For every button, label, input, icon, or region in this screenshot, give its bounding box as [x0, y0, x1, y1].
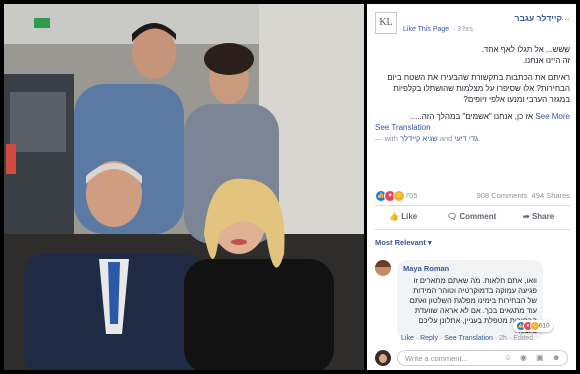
exit-sign [34, 18, 50, 28]
screen-frame: KL קיידלר עגבר Like This Page · 3 hrs · … [0, 0, 580, 374]
comment-author[interactable]: Maya Roman [403, 264, 537, 274]
divider [375, 205, 570, 206]
share-icon: ➦ [523, 212, 530, 221]
comment-translation-link[interactable]: See Translation [444, 335, 493, 342]
see-translation-link[interactable]: See Translation [375, 123, 431, 132]
sticker-icon[interactable]: ☻ [552, 353, 560, 362]
comment-edited: Edited [513, 335, 534, 342]
avatar[interactable] [375, 350, 391, 366]
share-button[interactable]: ➦ Share [523, 212, 554, 221]
page-name-link[interactable]: קיידלר עגבר [515, 13, 562, 23]
post-timestamp[interactable]: · 3 hrs · [453, 26, 477, 33]
photo-illustration [4, 4, 364, 370]
woman-in-black [184, 259, 334, 370]
like-button[interactable]: 👍 Like [389, 212, 417, 221]
comment-label: Comment [459, 212, 497, 221]
page-logo[interactable]: KL [375, 12, 397, 34]
post-photo[interactable] [4, 4, 364, 370]
tagged-person-1[interactable]: שגיא קיידלר [400, 134, 438, 143]
post-header: KL קיידלר עגבר Like This Page · 3 hrs · … [375, 10, 570, 36]
avatar[interactable] [375, 260, 391, 276]
reaction-count[interactable]: 705 [405, 191, 418, 200]
sort-comments-dropdown[interactable]: Most Relevant ▾ [375, 238, 432, 247]
comments-count[interactable]: 908 Comments [477, 191, 528, 200]
post-line-2: זה היינו אנחנו. [522, 56, 570, 65]
tagged-suffix: . [478, 134, 481, 143]
comment-icon: 🗨 [447, 212, 458, 221]
comment-reply-link[interactable]: Reply [420, 335, 438, 342]
post-text: ששש... אל תגלו לאף אחד. זה היינו אנחנו. … [375, 44, 570, 122]
comment-age: 2h [499, 335, 507, 342]
reaction-icons[interactable]: 👍 ♥ ☺ [375, 190, 405, 202]
post-paragraph-2: ראיתם את הכתבות בתקשורת שהבעירו את השטח … [387, 73, 570, 104]
post-stats: 👍 ♥ ☺ 705 908 Comments 494 Shares [375, 190, 570, 202]
see-more-link[interactable]: See More [535, 112, 570, 121]
divider [375, 229, 570, 230]
gif-icon[interactable]: ▣ [536, 353, 544, 362]
post-line-1: ששש... אל תגלו לאף אחד. [481, 45, 570, 54]
post-panel: KL קיידלר עגבר Like This Page · 3 hrs · … [367, 4, 576, 370]
comment-reactions[interactable]: 👍 ♥ ☺ 610 [513, 320, 553, 332]
comments-shares-count: 908 Comments 494 Shares [477, 191, 570, 200]
share-label: Share [531, 212, 555, 221]
tagged-person-2[interactable]: גדי דיעי [454, 134, 478, 143]
comment-button[interactable]: 🗨 Comment [447, 212, 496, 221]
write-comment-placeholder: Write a comment... [405, 354, 468, 363]
haha-icon: ☺ [393, 190, 405, 202]
post-paragraph-3: אז כן, אנחנו "אשמים" במהלך הזה..... [410, 112, 534, 121]
like-label: Like [401, 212, 418, 221]
thumb-icon: 👍 [389, 212, 399, 221]
with-label: — with [375, 134, 398, 143]
comment-like-link[interactable]: Like [401, 335, 414, 342]
write-comment-input[interactable]: Write a comment... ☺ ◉ ▣ ☻ [397, 350, 568, 366]
tagged-people: — with שגיא קיידלר and גדי דיעי. [375, 134, 480, 143]
emoji-icon[interactable]: ☺ [504, 353, 512, 362]
and-label: and [439, 134, 453, 143]
post-actions: 👍 Like 🗨 Comment ➦ Share [375, 210, 570, 226]
camera-icon[interactable]: ◉ [520, 353, 527, 362]
shares-count[interactable]: 494 Shares [532, 191, 570, 200]
comment-meta: Like · Reply · See Translation · 2h · Ed… [401, 335, 534, 342]
options-icon[interactable]: ··· [561, 14, 570, 24]
like-page-link[interactable]: Like This Page [403, 26, 449, 33]
comment-reaction-count: 610 [538, 322, 550, 330]
